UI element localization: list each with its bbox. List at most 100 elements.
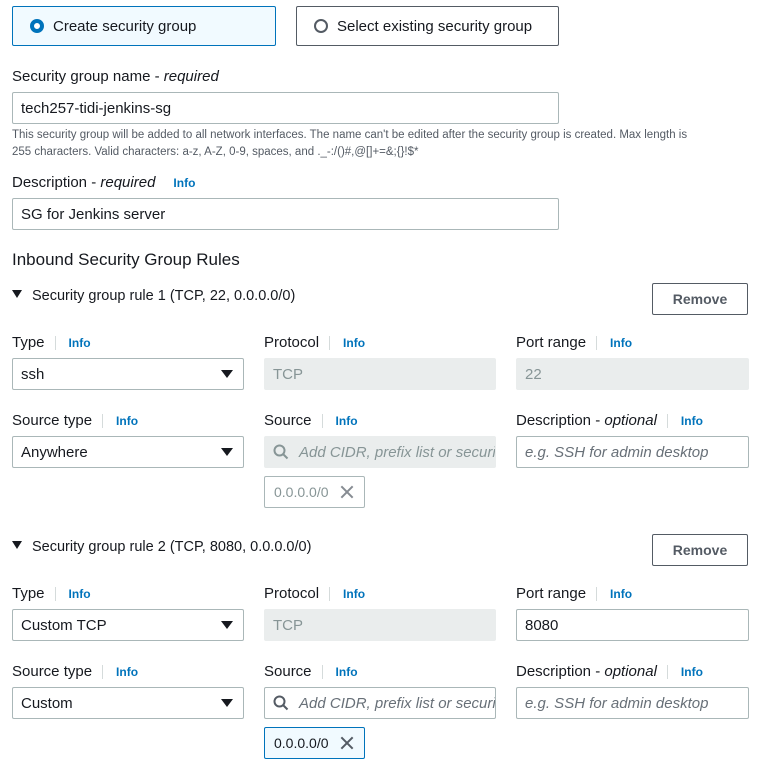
security-group-name-value: tech257-tidi-jenkins-sg: [21, 99, 172, 117]
rule-2-type-select[interactable]: Custom TCP: [12, 609, 244, 641]
security-group-name-input[interactable]: tech257-tidi-jenkins-sg: [12, 92, 559, 124]
rule-1-protocol-input: TCP: [264, 358, 496, 390]
source-placeholder: Add CIDR, prefix list or security: [299, 443, 496, 461]
rule-1-cidr-token-value: 0.0.0.0/0: [274, 484, 329, 500]
protocol-info-link[interactable]: Info: [329, 335, 365, 350]
port-range-label-text: Port range: [516, 585, 587, 602]
security-group-name-help: This security group will be added to all…: [12, 127, 752, 161]
rule-1-source-input: Add CIDR, prefix list or security: [264, 436, 496, 468]
expand-caret-icon: [12, 541, 22, 549]
source-type-info-link[interactable]: Info: [102, 413, 138, 428]
description-value: SG for Jenkins server: [21, 205, 166, 223]
help-text-line-1: This security group will be added to all…: [12, 129, 688, 141]
dropdown-caret-icon: [221, 370, 233, 378]
type-info-link[interactable]: Info: [54, 335, 91, 350]
help-text-line-2: 255 characters. Valid characters: a-z, A…: [12, 146, 419, 158]
remove-rule-2-button[interactable]: Remove: [652, 534, 748, 566]
optional-indicator: optional: [604, 412, 657, 429]
rule-2-title: Security group rule 2 (TCP, 8080, 0.0.0.…: [32, 539, 312, 555]
rule-2-type-value: Custom TCP: [21, 616, 107, 634]
dropdown-caret-icon: [221, 448, 233, 456]
rule-2-port-range-value: 8080: [525, 616, 559, 634]
type-label-text: Type: [12, 334, 45, 351]
rule-1-type-value: ssh: [21, 365, 45, 383]
type-info-link[interactable]: Info: [54, 586, 91, 601]
port-range-label: Port range Info: [516, 585, 632, 602]
select-existing-security-group-label: Select existing security group: [337, 17, 533, 35]
source-type-label-text: Source type: [12, 412, 93, 429]
required-indicator: required: [100, 174, 156, 191]
close-icon[interactable]: [340, 736, 354, 750]
remove-rule-1-button[interactable]: Remove: [652, 283, 748, 315]
radio-selected-icon: [30, 19, 44, 33]
source-type-label: Source type Info: [12, 663, 138, 680]
source-type-label: Source type Info: [12, 412, 138, 429]
description-info-link[interactable]: Info: [173, 176, 195, 190]
rule-1-source-type-value: Anywhere: [21, 443, 88, 461]
type-label: Type Info: [12, 585, 91, 602]
rule-2-source-type-value: Custom: [21, 694, 73, 712]
description-label: Description - required Info: [12, 174, 196, 191]
source-type-info-link[interactable]: Info: [102, 664, 138, 679]
rule-2-port-range-input[interactable]: 8080: [516, 609, 749, 641]
dropdown-caret-icon: [221, 699, 233, 707]
rule-2-header[interactable]: Security group rule 2 (TCP, 8080, 0.0.0.…: [12, 539, 311, 555]
source-label-text: Source: [264, 663, 312, 680]
rule-1-protocol-value: TCP: [273, 365, 303, 383]
source-info-link[interactable]: Info: [321, 664, 358, 679]
description-input[interactable]: SG for Jenkins server: [12, 198, 559, 230]
port-range-info-link[interactable]: Info: [596, 586, 632, 601]
description-label-text: Description: [12, 174, 88, 191]
search-icon: [273, 444, 289, 460]
rule-description-label-text: Description: [516, 663, 592, 680]
rule-1-type-select[interactable]: ssh: [12, 358, 244, 390]
security-group-name-label: Security group name - required: [12, 68, 219, 85]
rule-2-protocol-input: TCP: [264, 609, 496, 641]
port-range-label-text: Port range: [516, 334, 587, 351]
select-existing-security-group-option[interactable]: Select existing security group: [296, 6, 559, 46]
inbound-rules-heading: Inbound Security Group Rules: [12, 250, 240, 269]
protocol-label: Protocol Info: [264, 334, 365, 351]
required-indicator: required: [163, 68, 219, 85]
rule-2-description-input[interactable]: e.g. SSH for admin desktop: [516, 687, 749, 719]
rule-1-port-range-value: 22: [525, 365, 542, 383]
source-label: Source Info: [264, 663, 358, 680]
rule-1-header[interactable]: Security group rule 1 (TCP, 22, 0.0.0.0/…: [12, 288, 295, 304]
rule-1-port-range-input: 22: [516, 358, 749, 390]
rule-2-cidr-token: 0.0.0.0/0: [264, 727, 365, 759]
rule-2-source-type-select[interactable]: Custom: [12, 687, 244, 719]
rule-2-source-input[interactable]: Add CIDR, prefix list or security: [264, 687, 496, 719]
protocol-info-link[interactable]: Info: [329, 586, 365, 601]
search-icon: [273, 695, 289, 711]
rule-description-label-text: Description: [516, 412, 592, 429]
create-security-group-label: Create security group: [53, 17, 197, 35]
type-label-text: Type: [12, 585, 45, 602]
description-placeholder: e.g. SSH for admin desktop: [525, 443, 709, 461]
source-label-text: Source: [264, 412, 312, 429]
rule-description-label: Description - optional Info: [516, 663, 703, 680]
rule-description-info-link[interactable]: Info: [666, 664, 703, 679]
dropdown-caret-icon: [221, 621, 233, 629]
protocol-label: Protocol Info: [264, 585, 365, 602]
type-label: Type Info: [12, 334, 91, 351]
radio-unselected-icon: [314, 19, 328, 33]
source-info-link[interactable]: Info: [321, 413, 358, 428]
source-placeholder: Add CIDR, prefix list or security: [299, 694, 496, 712]
rule-description-info-link[interactable]: Info: [666, 413, 703, 428]
protocol-label-text: Protocol: [264, 334, 320, 351]
close-icon: [340, 485, 354, 499]
port-range-info-link[interactable]: Info: [596, 335, 632, 350]
expand-caret-icon: [12, 290, 22, 298]
rule-1-source-type-select[interactable]: Anywhere: [12, 436, 244, 468]
rule-1-cidr-token: 0.0.0.0/0: [264, 476, 365, 508]
optional-indicator: optional: [604, 663, 657, 680]
protocol-label-text: Protocol: [264, 585, 320, 602]
rule-1-description-input[interactable]: e.g. SSH for admin desktop: [516, 436, 749, 468]
source-label: Source Info: [264, 412, 358, 429]
create-security-group-option[interactable]: Create security group: [12, 6, 276, 46]
description-placeholder: e.g. SSH for admin desktop: [525, 694, 709, 712]
rule-description-label: Description - optional Info: [516, 412, 703, 429]
rule-2-cidr-token-value: 0.0.0.0/0: [274, 735, 329, 751]
rule-2-protocol-value: TCP: [273, 616, 303, 634]
port-range-label: Port range Info: [516, 334, 632, 351]
